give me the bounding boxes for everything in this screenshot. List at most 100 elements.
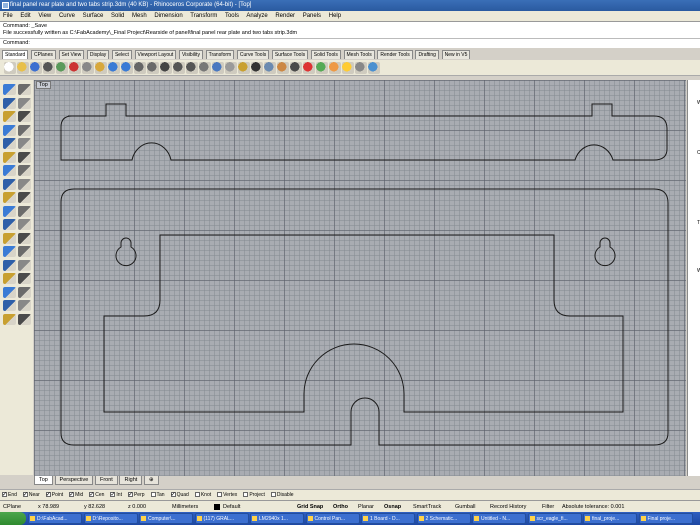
osnap-end[interactable]: End: [2, 490, 17, 500]
keyhole-right[interactable]: [594, 237, 616, 267]
tab-render-tools[interactable]: Render Tools: [377, 50, 413, 59]
curve-icon[interactable]: [18, 97, 31, 109]
light-icon[interactable]: [342, 62, 354, 74]
osnap-checkbox[interactable]: [110, 490, 115, 500]
record-history-toggle[interactable]: Record History: [490, 501, 526, 512]
tab-transform[interactable]: Transform: [205, 50, 235, 59]
help-icon[interactable]: [368, 62, 380, 74]
sphere-icon[interactable]: [18, 165, 31, 176]
join-icon[interactable]: [3, 219, 16, 230]
cut-icon[interactable]: [69, 62, 81, 74]
move-icon[interactable]: [3, 232, 16, 244]
tab-select[interactable]: Select: [111, 50, 132, 59]
dimension-icon[interactable]: [18, 273, 31, 284]
offset-icon[interactable]: [18, 192, 31, 203]
four-views-icon[interactable]: [212, 62, 224, 74]
filter-toggle[interactable]: Filter: [542, 501, 554, 512]
zoom-icon[interactable]: [160, 62, 172, 74]
osnap-checkbox[interactable]: [22, 490, 28, 500]
planar-toggle[interactable]: Planar: [358, 501, 374, 512]
lock-icon[interactable]: [238, 62, 250, 74]
osnap-tan[interactable]: Tan: [150, 492, 165, 498]
extrude-icon[interactable]: [18, 151, 31, 163]
current-layer[interactable]: Default: [223, 501, 240, 512]
taskbar-button[interactable]: scr_eagle_fi...: [527, 513, 582, 524]
osnap-int[interactable]: Int: [110, 490, 122, 500]
surface-icon[interactable]: [3, 151, 16, 163]
menu-analyze[interactable]: Analyze: [246, 13, 267, 19]
menu-tools[interactable]: Tools: [225, 13, 239, 19]
menu-render[interactable]: Render: [275, 13, 295, 19]
tab-display[interactable]: Display: [86, 50, 110, 59]
points-icon[interactable]: [251, 62, 263, 74]
taskbar-button[interactable]: D:\FabAcad...: [28, 513, 82, 524]
osnap-checkbox[interactable]: [194, 492, 200, 498]
viewport-tab-front[interactable]: Front: [94, 476, 118, 485]
menu-surface[interactable]: Surface: [83, 13, 104, 19]
taskbar-button[interactable]: 2 Schematic...: [416, 513, 471, 524]
taskbar-button[interactable]: Untitled - N...: [472, 513, 526, 524]
osnap-checkbox[interactable]: [270, 492, 276, 498]
object-props-icon[interactable]: [290, 62, 302, 74]
new-file-icon[interactable]: [4, 62, 16, 74]
cplane-label[interactable]: CPlane: [3, 501, 21, 512]
arc-icon[interactable]: [3, 111, 16, 122]
top-viewport[interactable]: Top: [34, 80, 686, 476]
split-icon[interactable]: [18, 205, 31, 217]
osnap-toggle[interactable]: Osnap: [384, 501, 401, 512]
viewport-tab-right[interactable]: Right: [119, 476, 143, 485]
polygon-icon[interactable]: [3, 138, 16, 149]
menu-edit[interactable]: Edit: [20, 13, 30, 19]
select-arrow-icon[interactable]: [3, 84, 16, 95]
check-icon[interactable]: [3, 313, 16, 325]
text-icon[interactable]: [3, 273, 16, 284]
taskbar-button[interactable]: 1 Board - D...: [361, 513, 415, 524]
units-label[interactable]: Millimeters: [172, 501, 198, 512]
start-button[interactable]: [0, 512, 26, 525]
material-icon[interactable]: [316, 62, 328, 74]
osnap-checkbox[interactable]: [69, 490, 74, 500]
add-viewport-tab-icon[interactable]: ⊕: [144, 476, 159, 485]
keyhole-left[interactable]: [115, 237, 137, 267]
tab-surface-tools[interactable]: Surface Tools: [271, 50, 309, 59]
taskbar-button[interactable]: Computer\...: [139, 513, 193, 524]
taskbar-button[interactable]: final_proje...: [583, 513, 637, 524]
osnap-point[interactable]: Point: [45, 490, 63, 500]
tab-new-in-v5[interactable]: New in V5: [441, 50, 471, 59]
taskbar-button[interactable]: Control Pan...: [305, 513, 360, 524]
taskbar-button[interactable]: D:\Reposito...: [83, 513, 138, 524]
tab-mesh-tools[interactable]: Mesh Tools: [343, 50, 375, 59]
array-icon[interactable]: [3, 259, 16, 271]
osnap-checkbox[interactable]: [170, 490, 176, 500]
tab-curve-tools[interactable]: Curve Tools: [236, 50, 270, 59]
polyline-icon[interactable]: [3, 97, 16, 109]
menu-panels[interactable]: Panels: [303, 13, 321, 19]
options-icon[interactable]: [355, 62, 367, 74]
paste-icon[interactable]: [95, 62, 107, 74]
smarttrack-toggle[interactable]: SmartTrack: [413, 501, 441, 512]
menu-dimension[interactable]: Dimension: [154, 13, 182, 19]
osnap-vertex[interactable]: Vertex: [217, 492, 237, 498]
properties-icon[interactable]: [18, 300, 31, 311]
layer-icon[interactable]: [277, 62, 289, 74]
copy-icon[interactable]: [82, 62, 94, 74]
import-icon[interactable]: [56, 62, 68, 74]
analyze-icon[interactable]: [18, 286, 31, 298]
tab-set-view[interactable]: Set View: [58, 50, 85, 59]
open-icon[interactable]: [17, 62, 29, 74]
mesh-icon[interactable]: [3, 178, 16, 190]
freeform-icon[interactable]: [18, 138, 31, 149]
print-icon[interactable]: [43, 62, 55, 74]
menu-mesh[interactable]: Mesh: [132, 13, 147, 19]
gumball-toggle[interactable]: Gumball: [455, 501, 475, 512]
display-mode-icon[interactable]: [225, 62, 237, 74]
osnap-checkbox[interactable]: [2, 490, 7, 500]
tab-viewport-layout[interactable]: Viewport Layout: [134, 50, 177, 59]
save-icon[interactable]: [30, 62, 42, 74]
menu-view[interactable]: View: [38, 13, 51, 19]
tab-strip-outline[interactable]: [60, 103, 668, 161]
properties-panel[interactable]: W C T W: [687, 80, 700, 476]
osnap-checkbox[interactable]: [243, 492, 249, 498]
copy-icon[interactable]: [18, 232, 31, 244]
tab-standard[interactable]: Standard: [2, 50, 29, 59]
